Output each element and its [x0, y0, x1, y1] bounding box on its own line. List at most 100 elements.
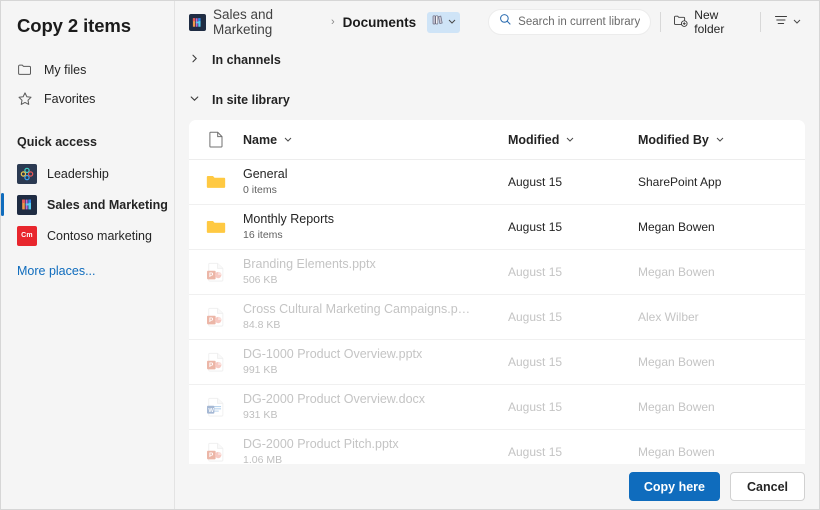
- sidebar: Copy 2 items My files Favorites Quick ac…: [1, 1, 175, 509]
- row-modified: August 15: [508, 310, 563, 324]
- chevron-down-icon: [447, 13, 457, 31]
- chevron-down-icon: [565, 131, 575, 149]
- row-name: DG-1000 Product Overview.pptx: [243, 346, 423, 361]
- column-header-name[interactable]: Name: [243, 131, 508, 149]
- file-list-card: Name Modified Modified By General 0 item…: [189, 120, 805, 509]
- new-folder-label: New folder: [694, 8, 725, 36]
- dialog-footer: Copy here Cancel: [175, 464, 819, 509]
- column-header-modified-by[interactable]: Modified By: [638, 131, 805, 149]
- table-row[interactable]: Monthly Reports 16 items August 15 Megan…: [189, 205, 805, 250]
- table-row: P Branding Elements.pptx 506 KB August 1…: [189, 250, 805, 295]
- svg-text:P: P: [209, 452, 214, 459]
- chevron-down-icon: [715, 131, 725, 149]
- table-row: P Cross Cultural Marketing Campaigns.p… …: [189, 295, 805, 340]
- row-name-cell: General 0 items: [243, 167, 287, 198]
- breadcrumb-current[interactable]: Documents: [343, 15, 417, 30]
- main-panel: Sales and Marketing › Documents Search i…: [175, 1, 819, 509]
- svg-text:W: W: [208, 408, 214, 414]
- folder-icon: [206, 221, 226, 233]
- row-icon: W: [189, 396, 243, 418]
- row-modified: August 15: [508, 175, 563, 189]
- row-modified: August 15: [508, 355, 563, 369]
- row-icon: [189, 216, 243, 238]
- breadcrumb: Sales and Marketing › Documents: [189, 7, 461, 37]
- sidebar-item-sales-and-marketing[interactable]: Sales and Marketing: [1, 189, 174, 220]
- row-icon: P: [189, 261, 243, 283]
- folder-icon: [206, 176, 226, 188]
- view-options-icon: [773, 12, 789, 33]
- search-box[interactable]: [488, 9, 652, 35]
- row-name: DG-2000 Product Overview.docx: [243, 391, 426, 406]
- row-name-cell: DG-2000 Product Overview.docx 931 KB: [243, 392, 425, 423]
- sidebar-item-label: Leadership: [47, 166, 109, 181]
- sidebar-item-label: Sales and Marketing: [47, 197, 168, 212]
- star-icon: [17, 91, 33, 107]
- section-in-channels[interactable]: In channels: [175, 48, 819, 72]
- contoso-marketing-site-icon: Cm: [17, 225, 37, 246]
- row-name-cell: DG-2000 Product Pitch.pptx 1.06 MB: [243, 437, 399, 468]
- row-name: Branding Elements.pptx: [243, 256, 376, 271]
- new-folder-icon: [673, 13, 688, 31]
- sales-marketing-site-icon: [17, 194, 37, 215]
- copy-here-button[interactable]: Copy here: [628, 472, 720, 501]
- row-icon: P: [189, 441, 243, 463]
- leadership-site-icon: [17, 163, 37, 184]
- column-header-modified[interactable]: Modified: [508, 131, 638, 149]
- folder-icon: [17, 62, 33, 78]
- column-header-modified-label: Modified: [508, 132, 560, 147]
- library-switcher-button[interactable]: [427, 11, 461, 33]
- row-modified: August 15: [508, 400, 563, 414]
- breadcrumb-site-icon: [189, 13, 206, 31]
- row-name-cell: Cross Cultural Marketing Campaigns.p… 84…: [243, 302, 470, 333]
- row-name: General: [243, 166, 288, 181]
- svg-text:P: P: [209, 317, 214, 324]
- section-in-site-library[interactable]: In site library: [175, 88, 819, 112]
- quick-access-heading: Quick access: [17, 135, 97, 149]
- row-name-cell: Branding Elements.pptx 506 KB: [243, 257, 376, 288]
- sidebar-item-label: Contoso marketing: [47, 228, 152, 243]
- row-modified-by: Megan Bowen: [638, 400, 715, 414]
- chevron-right-icon: [189, 51, 200, 69]
- toolbar: Sales and Marketing › Documents Search i…: [175, 1, 819, 43]
- row-subtext: 84.8 KB: [243, 319, 281, 332]
- more-places-link[interactable]: More places...: [1, 264, 174, 278]
- breadcrumb-site-link[interactable]: Sales and Marketing: [213, 7, 323, 37]
- table-row: P DG-1000 Product Overview.pptx 991 KB A…: [189, 340, 805, 385]
- copy-items-dialog: Copy 2 items My files Favorites Quick ac…: [0, 0, 820, 510]
- sidebar-item-favorites[interactable]: Favorites: [1, 84, 174, 113]
- table-row: W DG-2000 Product Overview.docx 931 KB A…: [189, 385, 805, 430]
- row-modified-by: Megan Bowen: [638, 265, 715, 279]
- row-modified-by: Alex Wilber: [638, 310, 699, 324]
- cancel-button[interactable]: Cancel: [730, 472, 805, 501]
- library-books-icon: [431, 13, 445, 32]
- row-name: DG-2000 Product Pitch.pptx: [243, 436, 399, 451]
- powerpoint-file-icon: P: [207, 352, 224, 372]
- row-modified: August 15: [508, 445, 563, 459]
- search-icon: [499, 13, 512, 31]
- row-name: Monthly Reports: [243, 211, 335, 226]
- new-folder-button[interactable]: New folder: [670, 5, 751, 39]
- row-modified: August 15: [508, 265, 563, 279]
- sidebar-item-leadership[interactable]: Leadership: [1, 158, 174, 189]
- row-name: Cross Cultural Marketing Campaigns.p…: [243, 301, 471, 316]
- svg-text:P: P: [209, 272, 214, 279]
- row-modified-by: Megan Bowen: [638, 445, 715, 459]
- row-name-cell: Monthly Reports 16 items: [243, 212, 334, 243]
- chevron-down-icon: [189, 91, 200, 109]
- row-name-cell: DG-1000 Product Overview.pptx 991 KB: [243, 347, 422, 378]
- sidebar-item-my-files[interactable]: My files: [1, 55, 174, 84]
- powerpoint-file-icon: P: [207, 442, 224, 462]
- search-input[interactable]: [518, 16, 641, 28]
- table-row[interactable]: General 0 items August 15 SharePoint App: [189, 160, 805, 205]
- toolbar-divider-2: [760, 12, 761, 32]
- row-modified: August 15: [508, 220, 563, 234]
- breadcrumb-separator: ›: [330, 16, 335, 28]
- sidebar-item-label: My files: [44, 62, 87, 77]
- sidebar-item-contoso-marketing[interactable]: Cm Contoso marketing: [1, 220, 174, 251]
- toolbar-divider: [660, 12, 662, 32]
- section-label: In site library: [212, 93, 290, 107]
- row-icon: [189, 171, 243, 193]
- word-file-icon: W: [207, 397, 224, 417]
- table-header: Name Modified Modified By: [189, 120, 805, 160]
- view-options-button[interactable]: [770, 9, 805, 36]
